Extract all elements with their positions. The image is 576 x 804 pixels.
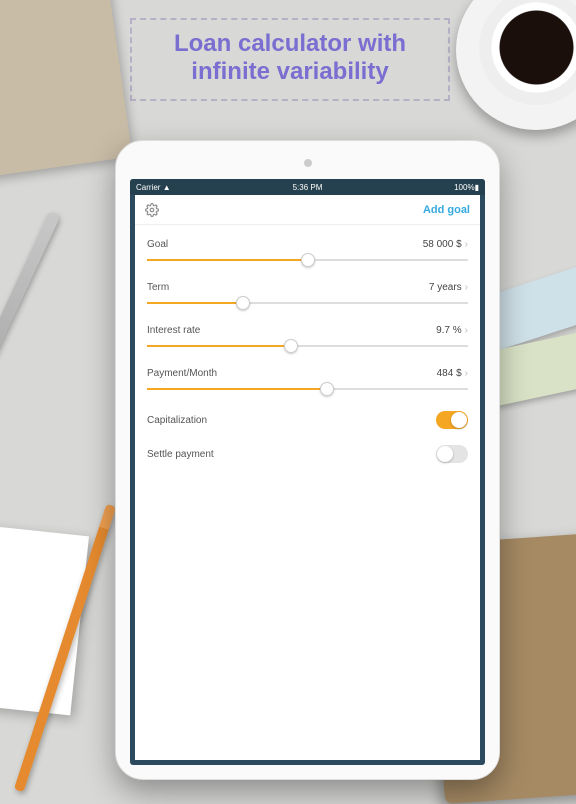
rate-slider[interactable] — [147, 338, 468, 354]
status-time: 5:36 PM — [250, 183, 364, 192]
row-goal: Goal 58 000 $ › — [147, 231, 468, 274]
goal-slider-thumb[interactable] — [301, 253, 315, 267]
status-battery: 100%▮ — [365, 183, 479, 192]
status-bar: Carrier ▲ 5:36 PM 100%▮ — [130, 179, 485, 195]
toggle-knob — [437, 446, 453, 462]
chevron-right-icon: › — [465, 368, 468, 379]
row-term: Term 7 years › — [147, 274, 468, 317]
payment-value: 484 $ — [437, 368, 462, 379]
capitalization-label: Capitalization — [147, 415, 207, 426]
content-area: Goal 58 000 $ › Term — [135, 225, 480, 471]
term-label: Term — [147, 282, 169, 293]
payment-slider[interactable] — [147, 381, 468, 397]
wifi-icon: ▲ — [163, 183, 171, 192]
status-carrier: Carrier ▲ — [136, 183, 250, 192]
settle-toggle[interactable] — [436, 445, 468, 463]
app-card: Add goal Goal 58 000 $ › — [135, 195, 480, 760]
payment-label: Payment/Month — [147, 368, 217, 379]
capitalization-toggle[interactable] — [436, 411, 468, 429]
tablet-screen: Carrier ▲ 5:36 PM 100%▮ Add goal — [130, 179, 485, 765]
row-payment: Payment/Month 484 $ › — [147, 360, 468, 403]
term-value-tap[interactable]: 7 years › — [429, 282, 468, 293]
pen-prop — [0, 211, 61, 470]
term-slider-thumb[interactable] — [236, 296, 250, 310]
rate-value-tap[interactable]: 9.7 % › — [436, 325, 468, 336]
row-settle: Settle payment — [147, 437, 468, 471]
term-slider[interactable] — [147, 295, 468, 311]
gear-icon[interactable] — [145, 203, 159, 217]
chevron-right-icon: › — [465, 239, 468, 250]
goal-slider[interactable] — [147, 252, 468, 268]
rate-value: 9.7 % — [436, 325, 462, 336]
tablet-camera — [304, 159, 312, 167]
add-goal-button[interactable]: Add goal — [423, 204, 470, 216]
goal-value-tap[interactable]: 58 000 $ › — [423, 239, 468, 250]
payment-value-tap[interactable]: 484 $ › — [437, 368, 468, 379]
envelope-prop — [0, 0, 132, 182]
rate-label: Interest rate — [147, 325, 200, 336]
goal-value: 58 000 $ — [423, 239, 462, 250]
payment-slider-thumb[interactable] — [320, 382, 334, 396]
term-value: 7 years — [429, 282, 462, 293]
chevron-right-icon: › — [465, 325, 468, 336]
toggle-knob — [451, 412, 467, 428]
rate-slider-thumb[interactable] — [284, 339, 298, 353]
settle-label: Settle payment — [147, 449, 214, 460]
row-rate: Interest rate 9.7 % › — [147, 317, 468, 360]
goal-label: Goal — [147, 239, 168, 250]
nav-bar: Add goal — [135, 195, 480, 225]
tablet-device: Carrier ▲ 5:36 PM 100%▮ Add goal — [115, 140, 500, 780]
status-carrier-text: Carrier — [136, 183, 160, 192]
chevron-right-icon: › — [465, 282, 468, 293]
marketing-title: Loan calculator with infinite variabilit… — [130, 18, 450, 101]
row-capitalization: Capitalization — [147, 403, 468, 437]
